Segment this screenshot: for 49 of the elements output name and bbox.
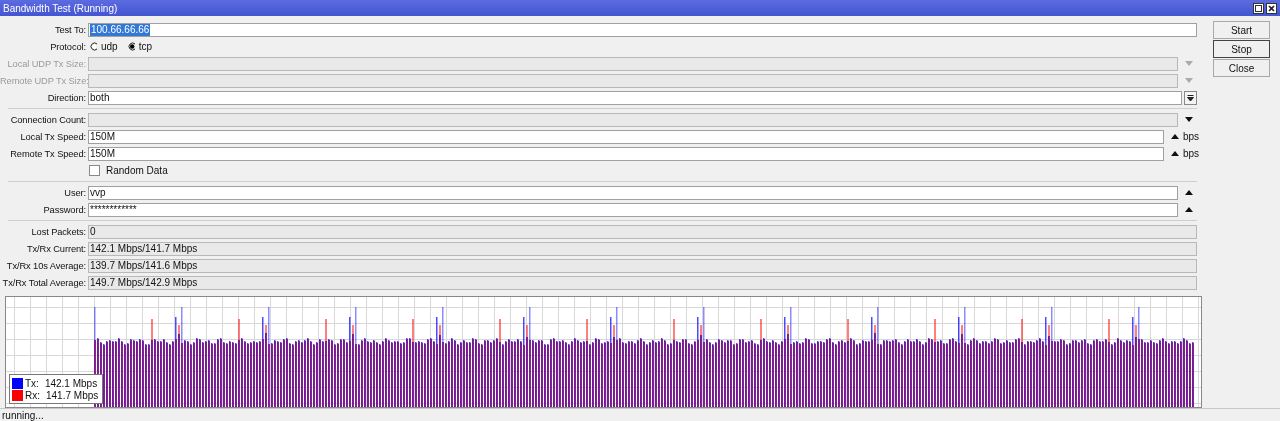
checkbox[interactable]	[89, 165, 100, 176]
radio-label: tcp	[138, 41, 153, 52]
legend-value: 141.7 Mbps	[46, 389, 99, 401]
radio-button[interactable]	[90, 42, 98, 51]
input-field: 139.7 Mbps/141.6 Mbps	[88, 258, 1197, 273]
maximize-icon[interactable]	[1253, 2, 1264, 14]
field-label: Protocol:	[49, 41, 87, 52]
field-label: Tx/Rx Current:	[25, 243, 87, 254]
dialog-button[interactable]: Stop	[1213, 40, 1270, 58]
input-field[interactable]: both	[88, 90, 1182, 105]
dialog-button[interactable]: Start	[1213, 21, 1270, 39]
field-label: Tx/Rx 10s Average:	[5, 260, 87, 271]
field-label: Direction:	[46, 92, 87, 103]
window-title: Bandwidth Test (Running)	[3, 2, 118, 14]
radio-button[interactable]	[127, 42, 136, 51]
field-label: Local Tx Speed:	[19, 131, 87, 142]
legend-value: 142.1 Mbps	[44, 377, 98, 389]
input-field[interactable]: ************	[88, 202, 1178, 217]
expand-arrow-icon[interactable]	[1185, 190, 1193, 195]
input-field: 149.7 Mbps/142.9 Mbps	[88, 275, 1197, 290]
checkbox-label: Random Data	[106, 165, 168, 176]
field-label: Remote UDP Tx Size:	[0, 75, 88, 86]
input-field: 0	[88, 224, 1197, 239]
dialog-button[interactable]: Close	[1213, 59, 1270, 77]
input-field[interactable]: vvp	[88, 185, 1178, 200]
field-label: Tx/Rx Total Average:	[1, 277, 87, 288]
input-field[interactable]: 150M	[88, 129, 1164, 144]
field-label: Connection Count:	[9, 114, 87, 125]
input-field[interactable]: 150M	[88, 146, 1164, 161]
expand-arrow-icon[interactable]	[1185, 207, 1193, 212]
field-label: User:	[63, 187, 87, 198]
close-icon[interactable]	[1266, 2, 1277, 14]
field-label: Local UDP Tx Size:	[6, 58, 87, 69]
field-label: Test To:	[53, 24, 87, 35]
legend-label: Tx:	[25, 377, 39, 389]
unit-label: bps	[1183, 148, 1197, 159]
dropdown-arrow-icon[interactable]	[1185, 117, 1193, 122]
field-label: Lost Packets:	[30, 226, 87, 237]
radio-label: udp	[101, 41, 118, 52]
unit-label: bps	[1183, 131, 1197, 142]
dropdown-button[interactable]	[1184, 90, 1197, 105]
field-label: Remote Tx Speed:	[9, 148, 87, 159]
status-text: running...	[2, 409, 44, 421]
field-label: Password:	[42, 204, 87, 215]
expand-arrow-icon[interactable]	[1171, 134, 1179, 139]
input-field[interactable]: 100.66.66.66	[88, 22, 1197, 37]
expand-arrow-icon[interactable]	[1171, 151, 1179, 156]
input-field: 142.1 Mbps/141.7 Mbps	[88, 241, 1197, 256]
legend-label: Rx:	[25, 389, 40, 401]
